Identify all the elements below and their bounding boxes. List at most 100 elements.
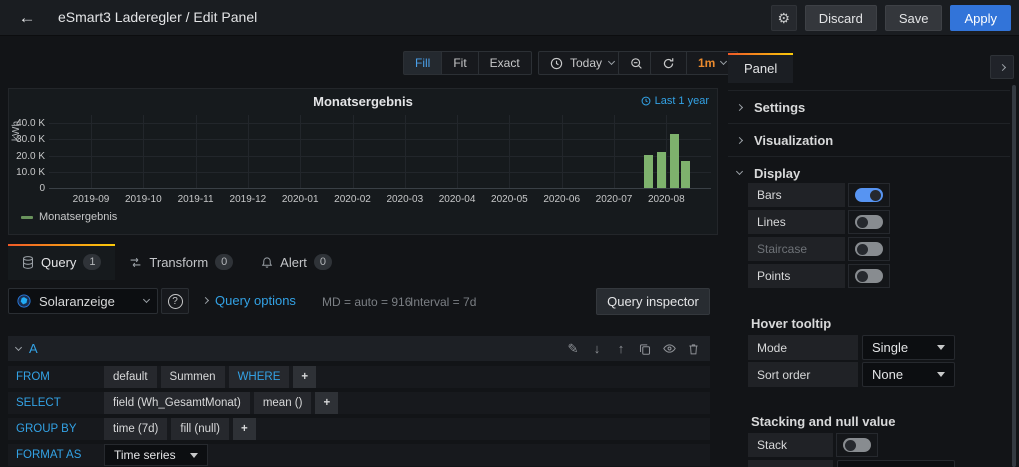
lines-toggle[interactable] bbox=[848, 210, 890, 234]
query-row-header[interactable]: A ✎ ↓ ↑ bbox=[8, 336, 710, 361]
stacking-heading: Stacking and null value bbox=[751, 414, 895, 429]
bell-icon bbox=[261, 256, 273, 269]
display-toggle-row: Bars bbox=[748, 183, 890, 207]
fit-mode-button[interactable]: Fit bbox=[442, 51, 478, 75]
exact-mode-button[interactable]: Exact bbox=[479, 51, 532, 75]
x-tick-label: 2019-11 bbox=[166, 194, 226, 205]
refresh-button[interactable] bbox=[650, 51, 687, 75]
editor-tabs: Query 1 Transform 0 Alert 0 bbox=[0, 244, 723, 280]
apply-label: Apply bbox=[964, 11, 997, 26]
stack-toggle-row: Stack bbox=[748, 433, 878, 457]
refresh-interval-label: 1m bbox=[698, 56, 715, 70]
chart-title: Monatsergebnis bbox=[9, 94, 717, 109]
discard-button[interactable]: Discard bbox=[805, 5, 877, 31]
tab-query-count: 1 bbox=[83, 254, 101, 270]
display-toggle-row: Staircase bbox=[748, 237, 890, 261]
x-gridline bbox=[91, 115, 92, 188]
save-button[interactable]: Save bbox=[885, 5, 943, 31]
groupby-fill-segment[interactable]: fill (null) bbox=[171, 418, 229, 440]
bar bbox=[670, 134, 679, 188]
datasource-name: Solaranzeige bbox=[39, 294, 136, 309]
tooltip-sort-select[interactable]: None bbox=[862, 362, 955, 387]
x-tick-label: 2019-09 bbox=[61, 194, 121, 205]
query-inspector-button[interactable]: Query inspector bbox=[596, 288, 710, 315]
partial-select[interactable] bbox=[837, 460, 955, 467]
tab-query[interactable]: Query 1 bbox=[8, 244, 115, 280]
bar bbox=[681, 161, 690, 188]
y-tick-label: 20.0 K bbox=[5, 151, 45, 162]
time-range-label: Today bbox=[570, 56, 602, 70]
y-tick-label: 40.0 K bbox=[5, 118, 45, 129]
x-gridline bbox=[509, 115, 510, 188]
x-tick-label: 2020-06 bbox=[532, 194, 592, 205]
x-gridline bbox=[666, 115, 667, 188]
bars-toggle[interactable] bbox=[848, 183, 890, 207]
trash-icon[interactable] bbox=[686, 343, 700, 355]
y-tick-label: 10.0 K bbox=[5, 167, 45, 178]
format-as-select[interactable]: Time series bbox=[104, 444, 208, 466]
select-field-segment[interactable]: field (Wh_GesamtMonat) bbox=[104, 392, 250, 414]
display-toggle-row: Points bbox=[748, 264, 890, 288]
bar bbox=[657, 152, 666, 189]
grafana-edit-panel: ← eSmart3 Laderegler / Edit Panel ⚙ Disc… bbox=[0, 0, 1019, 467]
from-policy-segment[interactable]: default bbox=[104, 366, 157, 388]
stack-toggle[interactable] bbox=[836, 433, 878, 457]
apply-button[interactable]: Apply bbox=[950, 5, 1011, 31]
section-display-label: Display bbox=[754, 166, 800, 181]
points-toggle[interactable] bbox=[848, 264, 890, 288]
query-inspector-label: Query inspector bbox=[607, 294, 699, 309]
select-mean-segment[interactable]: mean () bbox=[254, 392, 312, 414]
page-title: eSmart3 Laderegler / Edit Panel bbox=[58, 9, 257, 25]
section-settings[interactable]: Settings bbox=[728, 90, 1010, 123]
tab-panel[interactable]: Panel bbox=[728, 53, 793, 83]
add-groupby-button[interactable]: + bbox=[233, 418, 256, 440]
option-row-partial bbox=[748, 460, 955, 467]
collapse-pane-button[interactable] bbox=[990, 55, 1014, 79]
eye-icon[interactable] bbox=[662, 343, 676, 354]
add-condition-button[interactable]: + bbox=[293, 366, 316, 388]
refresh-group: 1m bbox=[650, 51, 738, 75]
legend-item[interactable]: Monatsergebnis bbox=[21, 211, 117, 223]
stack-label: Stack bbox=[748, 433, 833, 457]
x-gridline bbox=[248, 115, 249, 188]
from-measurement-segment[interactable]: Summen bbox=[161, 366, 225, 388]
tab-alert[interactable]: Alert 0 bbox=[247, 244, 346, 280]
query-options-toggle[interactable]: Query options bbox=[215, 293, 296, 308]
add-select-button[interactable]: + bbox=[315, 392, 338, 414]
x-tick-label: 2020-01 bbox=[270, 194, 330, 205]
groupby-time-segment[interactable]: time (7d) bbox=[104, 418, 167, 440]
query-row-actions: ✎ ↓ ↑ bbox=[566, 336, 700, 361]
format-as-label: FORMAT AS bbox=[8, 449, 100, 461]
move-up-icon[interactable]: ↑ bbox=[614, 341, 628, 356]
back-button[interactable]: ← bbox=[14, 6, 40, 30]
caret-down-icon bbox=[937, 345, 945, 350]
query-toolbar: Solaranzeige ? Query options MD = auto =… bbox=[0, 288, 723, 315]
time-range-picker[interactable]: Today bbox=[538, 51, 626, 75]
tab-transform[interactable]: Transform 0 bbox=[115, 244, 247, 280]
where-keyword-segment[interactable]: WHERE bbox=[229, 366, 290, 388]
x-gridline bbox=[300, 115, 301, 188]
section-visualization[interactable]: Visualization bbox=[728, 123, 1010, 156]
bar bbox=[644, 155, 653, 188]
options-pane: Panel Settings Visualization Display Bar… bbox=[728, 46, 1019, 467]
datasource-help-button[interactable]: ? bbox=[161, 288, 189, 314]
x-tick-label: 2020-03 bbox=[375, 194, 435, 205]
panel-time-badge[interactable]: Last 1 year bbox=[641, 95, 709, 107]
pane-scrollbar[interactable] bbox=[1012, 85, 1016, 467]
edit-pencil-icon[interactable]: ✎ bbox=[566, 341, 580, 357]
transform-icon bbox=[129, 256, 142, 269]
groupby-label: GROUP BY bbox=[8, 423, 100, 435]
tooltip-sort-row: Sort order None bbox=[748, 362, 955, 387]
chevron-down-icon bbox=[720, 58, 727, 65]
move-down-icon[interactable]: ↓ bbox=[590, 341, 604, 356]
discard-label: Discard bbox=[819, 11, 863, 26]
duplicate-icon[interactable] bbox=[638, 343, 652, 355]
chevron-down-icon bbox=[143, 296, 150, 303]
panel-settings-button[interactable]: ⚙ bbox=[771, 5, 797, 31]
fill-mode-button[interactable]: Fill bbox=[403, 51, 442, 75]
staircase-toggle[interactable] bbox=[848, 237, 890, 261]
chevron-right-icon bbox=[202, 297, 209, 304]
tooltip-mode-select[interactable]: Single bbox=[862, 335, 955, 360]
datasource-picker[interactable]: Solaranzeige bbox=[8, 288, 158, 314]
query-select-row: SELECT field (Wh_GesamtMonat) mean () + bbox=[8, 392, 710, 414]
